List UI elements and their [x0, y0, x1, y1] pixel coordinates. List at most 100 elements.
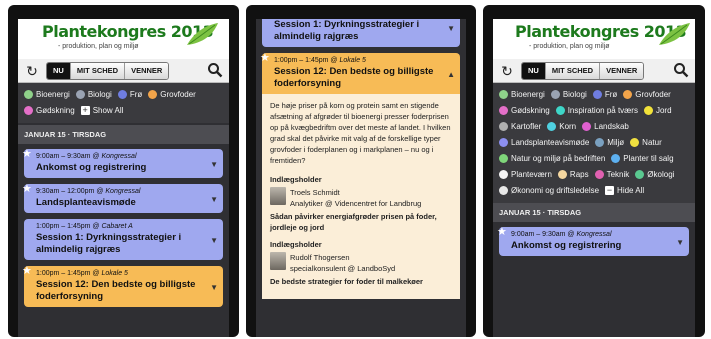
show-all-button[interactable]: + Show All: [80, 105, 123, 115]
speaker-row[interactable]: Rudolf Thogersen specialkonsulent @ Land…: [270, 252, 452, 274]
chevron-down-icon[interactable]: ▼: [447, 24, 455, 33]
star-icon[interactable]: ★: [22, 182, 32, 195]
logo-subtitle: - produktion, plan og miljø: [529, 43, 610, 50]
nav-tabs: NU MIT SCHED VENNER: [46, 62, 170, 80]
chevron-down-icon[interactable]: ▼: [676, 238, 684, 247]
search-icon[interactable]: [207, 62, 223, 78]
filter-item[interactable]: Planter til salg: [611, 153, 674, 163]
event-card[interactable]: ★ 9:00am – 9:30am @ Kongressal Ankomst o…: [22, 147, 223, 178]
tab-mit-sched[interactable]: MIT SCHED: [70, 63, 126, 79]
filter-godskning[interactable]: Gødskning: [24, 105, 75, 115]
event-card[interactable]: 1:00pm – 1:45pm @ Cabaret A Session 1: D…: [24, 219, 223, 260]
hide-all-button[interactable]: − Hide All: [605, 185, 644, 195]
filter-item[interactable]: Gødskning: [499, 105, 550, 115]
tab-nu[interactable]: NU: [522, 63, 546, 79]
event-time: 9:30am – 12:00pm @ Kongressal: [36, 188, 141, 195]
event-title: Session 12: Den bedste og billigste fode…: [36, 279, 196, 302]
app-header: Plantekongres 2013 - produktion, plan og…: [18, 19, 229, 59]
filter-label: Planter til salg: [623, 153, 674, 163]
color-dot-icon: [499, 121, 508, 131]
filter-item[interactable]: Miljø: [595, 137, 624, 147]
color-dot-icon: [499, 137, 508, 147]
event-title: Session 12: Den bedste og billigste fode…: [274, 66, 434, 89]
chevron-down-icon[interactable]: ▼: [210, 283, 218, 292]
category-filters: Bioenergi Biologi Frø Grovfoder Gødskning Ins…: [493, 83, 695, 203]
star-icon[interactable]: ★: [497, 225, 507, 238]
color-dot-icon: [592, 89, 602, 99]
chevron-down-icon[interactable]: ▼: [210, 236, 218, 245]
filter-item[interactable]: Kartofler: [499, 121, 541, 131]
filter-item[interactable]: Biologi: [550, 89, 587, 99]
star-icon[interactable]: ★: [260, 51, 270, 64]
filter-label: Biologi: [87, 89, 112, 99]
refresh-icon[interactable]: ↻: [499, 63, 515, 79]
filter-label: Korn: [559, 121, 577, 131]
color-dot-icon: [555, 105, 565, 115]
chevron-up-icon[interactable]: ▲: [447, 70, 455, 79]
color-dot-icon: [594, 169, 604, 179]
color-dot-icon: [623, 89, 633, 99]
event-detail: De høje priser på korn og protein samt e…: [262, 94, 460, 299]
star-icon[interactable]: ★: [22, 264, 32, 277]
hide-all-label: Hide All: [617, 185, 645, 195]
event-card-expanded[interactable]: ★ 1:00pm – 1:45pm @ Lokale 5 Session 12:…: [260, 51, 460, 94]
filter-item[interactable]: Bioenergi: [499, 89, 545, 99]
color-dot-icon: [499, 185, 508, 195]
color-dot-icon: [595, 137, 605, 147]
event-card[interactable]: ★ 9:30am – 12:00pm @ Kongressal Landspla…: [22, 182, 223, 213]
tab-mit-sched[interactable]: MIT SCHED: [545, 63, 601, 79]
filter-item[interactable]: Natur: [630, 137, 662, 147]
search-icon[interactable]: [673, 62, 689, 78]
nav-bar: ↻ NU MIT SCHED VENNER: [18, 59, 229, 83]
event-card[interactable]: Session 1: Dyrkningsstrategier i alminde…: [262, 19, 460, 47]
filter-item[interactable]: Natur og miljø på bedriften: [499, 153, 605, 163]
category-filters: Bioenergi Biologi Frø Grovfoder Gødsknin…: [18, 83, 229, 123]
leaf-logo-icon: [659, 23, 690, 45]
star-icon[interactable]: ★: [22, 147, 32, 160]
filter-label: Biologi: [562, 89, 587, 99]
color-dot-icon: [24, 89, 33, 99]
speaker-info: Troels Schmidt Analytiker @ Videncentret…: [290, 187, 421, 209]
event-time: 9:00am – 9:30am @ Kongressal: [36, 153, 137, 160]
color-dot-icon: [582, 121, 592, 131]
filter-item[interactable]: Planteværn: [499, 169, 552, 179]
app-screen: Plantekongres 2013 - produktion, plan og…: [493, 19, 695, 337]
speaker-photo: [270, 187, 286, 205]
nav-tabs: NU MIT SCHED VENNER: [521, 62, 645, 80]
filter-grovfoder[interactable]: Grovfoder: [148, 89, 196, 99]
filter-bioenergi[interactable]: Bioenergi: [24, 89, 70, 99]
filter-fro[interactable]: Frø: [117, 89, 143, 99]
filter-item[interactable]: Jord: [643, 105, 672, 115]
filter-label: Natur: [642, 137, 662, 147]
refresh-icon[interactable]: ↻: [24, 63, 40, 79]
event-time: 9:00am – 9:30am @ Kongressal: [511, 231, 612, 238]
filter-item[interactable]: Raps: [557, 169, 589, 179]
speaker-row[interactable]: Troels Schmidt Analytiker @ Videncentret…: [270, 187, 452, 209]
day-header: JANUAR 15 · TIRSDAG: [18, 125, 229, 144]
filter-label: Bioenergi: [511, 89, 545, 99]
filter-item[interactable]: Inspiration på tværs: [555, 105, 638, 115]
event-card[interactable]: ★ 9:00am – 9:30am @ Kongressal Ankomst o…: [497, 225, 689, 256]
filter-item[interactable]: Landskab: [582, 121, 629, 131]
chevron-down-icon[interactable]: ▼: [210, 195, 218, 204]
filter-biologi[interactable]: Biologi: [75, 89, 112, 99]
color-dot-icon: [550, 89, 560, 99]
filter-item[interactable]: Teknik: [594, 169, 629, 179]
color-dot-icon: [611, 153, 621, 163]
tab-venner[interactable]: VENNER: [600, 63, 644, 79]
filter-item[interactable]: Landsplanteavismøde: [499, 137, 589, 147]
color-dot-icon: [630, 137, 640, 147]
filter-item[interactable]: Grovfoder: [623, 89, 671, 99]
tab-nu[interactable]: NU: [47, 63, 71, 79]
filter-label: Frø: [129, 89, 143, 99]
filter-item[interactable]: Økologi: [635, 169, 674, 179]
filter-item[interactable]: Frø: [592, 89, 617, 99]
tab-venner[interactable]: VENNER: [125, 63, 169, 79]
color-dot-icon: [499, 105, 508, 115]
event-card[interactable]: ★ 1:00pm – 1:45pm @ Lokale 5 Session 12:…: [22, 264, 223, 307]
speaker-name: Troels Schmidt: [290, 188, 340, 197]
leaf-logo-icon: [187, 23, 218, 45]
filter-item[interactable]: Korn: [547, 121, 576, 131]
chevron-down-icon[interactable]: ▼: [210, 160, 218, 169]
filter-item[interactable]: Økonomi og driftsledelse: [499, 185, 599, 195]
